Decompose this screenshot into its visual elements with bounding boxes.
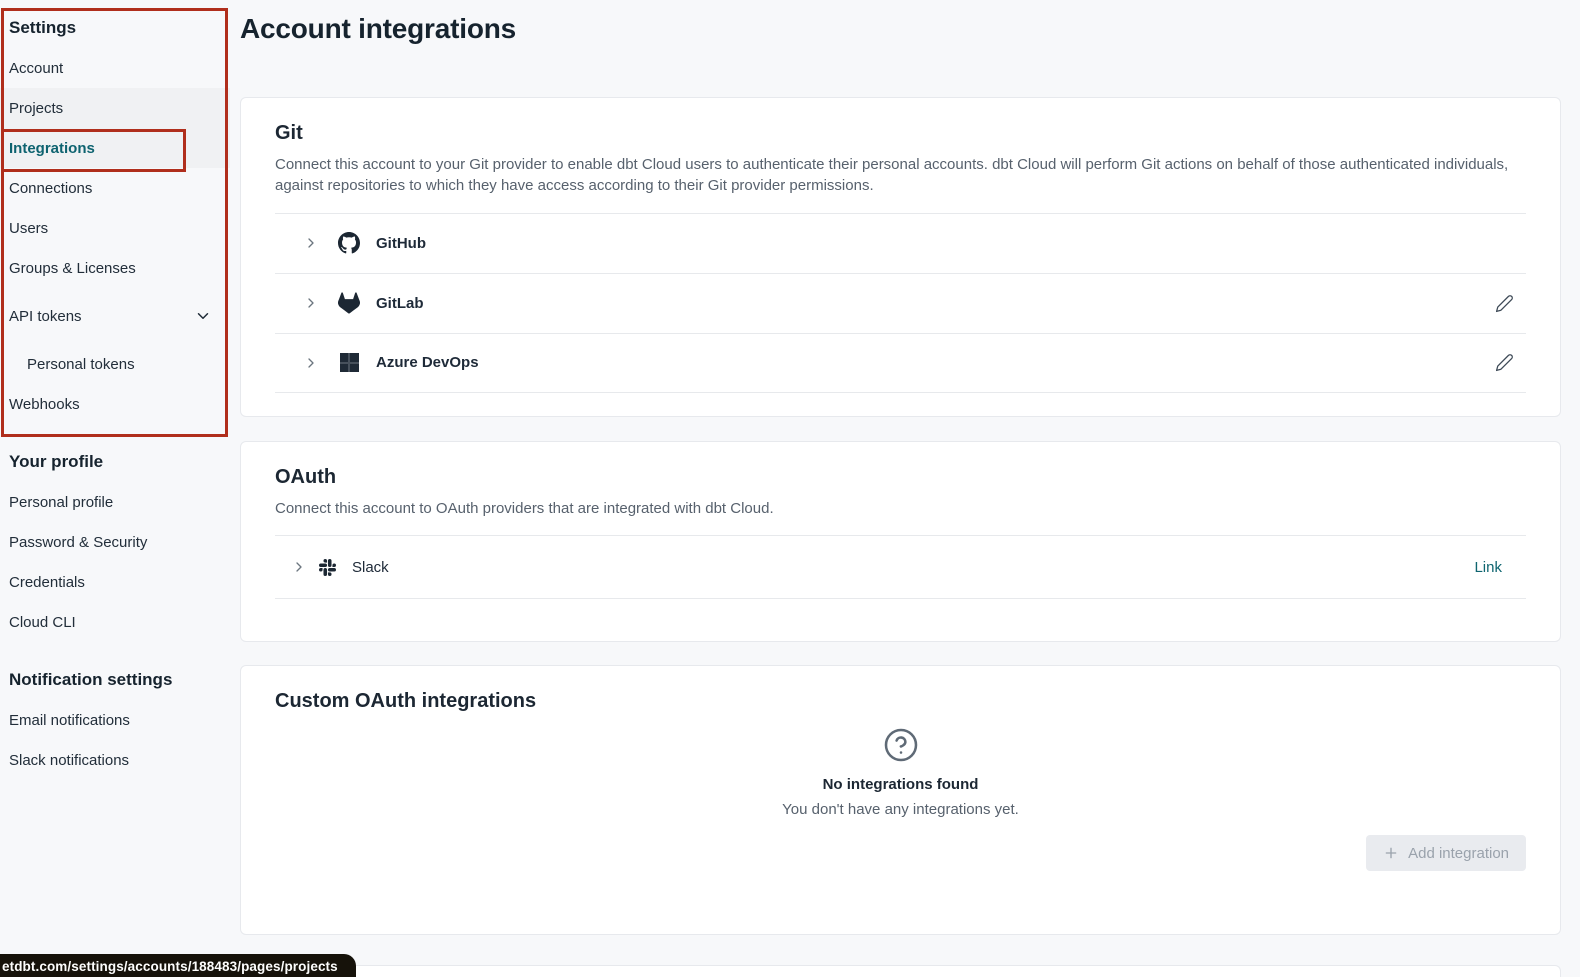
oauth-row-slack[interactable]: Slack Link [275, 535, 1526, 599]
sidebar-item-email-notifications[interactable]: Email notifications [0, 700, 230, 740]
sidebar-item-cloud-cli[interactable]: Cloud CLI [0, 602, 230, 642]
oauth-card-heading: OAuth [275, 466, 1526, 489]
git-card-description: Connect this account to your Git provide… [275, 154, 1525, 197]
sidebar-item-password-security[interactable]: Password & Security [0, 522, 230, 562]
edit-icon[interactable] [1495, 294, 1514, 313]
chevron-right-icon[interactable] [303, 295, 319, 311]
sidebar-item-label: API tokens [9, 308, 82, 325]
sidebar-item-credentials[interactable]: Credentials [0, 562, 230, 602]
sidebar-heading-settings: Settings [0, 8, 230, 48]
empty-state-title: No integrations found [275, 776, 1526, 793]
git-row-gitlab[interactable]: GitLab [275, 273, 1526, 333]
sidebar-item-personal-tokens[interactable]: Personal tokens [0, 344, 230, 384]
sidebar-item-users[interactable]: Users [0, 208, 230, 248]
oauth-card-description: Connect this account to OAuth providers … [275, 498, 1525, 519]
sidebar-item-webhooks[interactable]: Webhooks [0, 384, 230, 424]
github-icon [338, 232, 360, 254]
sidebar-item-api-tokens[interactable]: API tokens [0, 296, 230, 336]
sidebar-heading-notification-settings: Notification settings [0, 660, 230, 700]
sidebar-item-account[interactable]: Account [0, 48, 230, 88]
chevron-right-icon[interactable] [291, 559, 307, 575]
git-row-github[interactable]: GitHub [275, 213, 1526, 273]
settings-sidebar: Settings Account Projects Integrations C… [0, 0, 230, 780]
gitlab-icon [338, 292, 360, 314]
git-card: Git Connect this account to your Git pro… [240, 97, 1561, 417]
sidebar-item-personal-profile[interactable]: Personal profile [0, 482, 230, 522]
edit-icon[interactable] [1495, 353, 1514, 372]
chevron-down-icon [194, 307, 212, 325]
add-integration-label: Add integration [1408, 845, 1509, 862]
git-provider-name: Azure DevOps [376, 354, 479, 371]
sidebar-item-groups-licenses[interactable]: Groups & Licenses [0, 248, 230, 288]
sidebar-item-integrations[interactable]: Integrations [0, 128, 230, 168]
chevron-right-icon[interactable] [303, 355, 319, 371]
main-content: Account integrations Git Connect this ac… [240, 0, 1561, 977]
custom-oauth-card: Custom OAuth integrations No integration… [240, 665, 1561, 935]
empty-state-subtitle: You don't have any integrations yet. [275, 801, 1526, 818]
slack-link-button[interactable]: Link [1474, 559, 1502, 576]
empty-state: No integrations found You don't have any… [275, 727, 1526, 818]
git-row-azure-devops[interactable]: Azure DevOps [275, 333, 1526, 393]
oauth-card: OAuth Connect this account to OAuth prov… [240, 441, 1561, 642]
add-integration-button[interactable]: Add integration [1366, 835, 1526, 871]
link-preview-tooltip: etdbt.com/settings/accounts/188483/pages… [0, 954, 356, 977]
oauth-provider-name: Slack [352, 559, 389, 576]
page-title: Account integrations [240, 13, 1561, 45]
sidebar-heading-your-profile: Your profile [0, 442, 230, 482]
git-provider-name: GitLab [376, 295, 424, 312]
sidebar-item-slack-notifications[interactable]: Slack notifications [0, 740, 230, 780]
custom-oauth-heading: Custom OAuth integrations [275, 690, 1526, 713]
plus-icon [1383, 845, 1399, 861]
slack-icon [319, 559, 336, 576]
next-card-partial [240, 965, 1561, 977]
git-provider-name: GitHub [376, 235, 426, 252]
git-provider-list: GitHub GitLab [275, 213, 1526, 393]
sidebar-item-connections[interactable]: Connections [0, 168, 230, 208]
question-circle-icon [883, 727, 919, 763]
sidebar-item-projects[interactable]: Projects [0, 88, 230, 128]
git-card-heading: Git [275, 122, 1526, 145]
chevron-right-icon[interactable] [303, 235, 319, 251]
azure-devops-icon [338, 352, 360, 374]
oauth-provider-list: Slack Link [275, 535, 1526, 599]
